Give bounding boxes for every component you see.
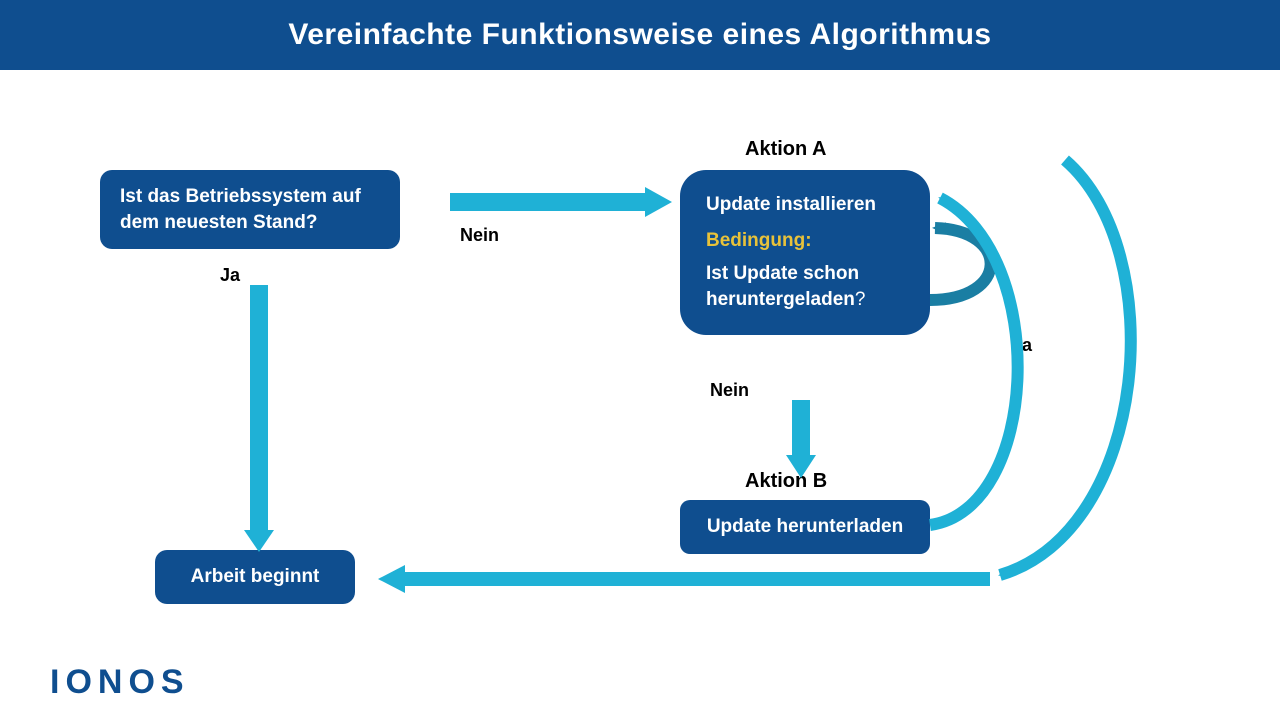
arrows-svg: [0, 70, 1280, 720]
aktion-a-cond-label: Bedingung:: [706, 228, 904, 254]
edge-ja-2: Ja: [1012, 335, 1032, 356]
aktion-a-cond-text: Ist Update schon heruntergeladen?: [706, 263, 865, 310]
diagram-canvas: Ist das Betriebssystem auf dem neuesten …: [0, 70, 1280, 720]
node-aktion-b: Update herunterladen: [680, 500, 930, 554]
edge-ja-1: Ja: [220, 265, 240, 286]
label-aktion-a: Aktion A: [745, 138, 826, 161]
brand-logo: IONOS: [50, 663, 190, 702]
node-question: Ist das Betriebssystem auf dem neuesten …: [100, 170, 400, 249]
edge-nein-2: Nein: [710, 380, 749, 401]
node-aktion-a: Update installieren Bedingung: Ist Updat…: [680, 170, 930, 335]
node-start: Arbeit beginnt: [155, 550, 355, 604]
page-title: Vereinfachte Funktionsweise eines Algori…: [0, 0, 1280, 70]
aktion-a-line1: Update installieren: [706, 194, 876, 215]
label-aktion-b: Aktion B: [745, 470, 827, 493]
edge-nein-1: Nein: [460, 225, 499, 246]
